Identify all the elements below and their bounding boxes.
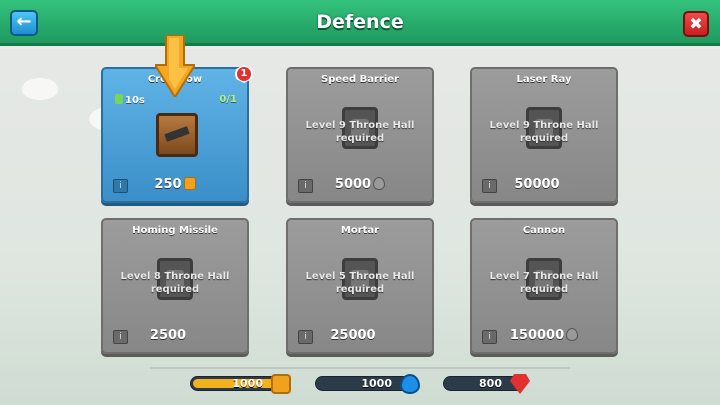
requirement-text: Level 7 Throne Hall required: [489, 271, 599, 295]
build-count: 0/1: [219, 94, 237, 105]
crossbow-icon: [156, 113, 198, 157]
oil-drop-icon: [400, 374, 420, 394]
card-name: Cannon: [522, 225, 566, 236]
requirement-text: Level 9 Throne Hall required: [489, 120, 599, 144]
build-timer: 10s: [115, 94, 145, 106]
gold-icon: [271, 374, 291, 394]
card-name: Speed Barrier: [321, 74, 399, 85]
gold-icon: [183, 177, 196, 190]
oil-resource-bar: 1000: [315, 374, 420, 394]
oil-drop-icon: [566, 328, 579, 341]
cost-label: 5000: [288, 177, 432, 192]
back-arrow-icon: ←: [16, 11, 32, 32]
card-laser-ray[interactable]: Laser Ray Level 9 Throne Hall required i…: [470, 67, 618, 203]
gem-amount: 800: [479, 377, 502, 390]
card-name: Laser Ray: [516, 74, 572, 85]
cost-label: 150000: [472, 328, 616, 343]
requirement-text: Level 9 Throne Hall required: [305, 120, 415, 144]
page-title: Defence: [316, 11, 404, 33]
close-x-icon: ✖: [689, 14, 703, 33]
requirement-text: Level 8 Throne Hall required: [120, 271, 230, 295]
card-homing-missile[interactable]: Homing Missile Level 8 Throne Hall requi…: [101, 218, 249, 354]
card-name: Mortar: [340, 225, 380, 236]
card-speed-barrier[interactable]: Speed Barrier Level 9 Throne Hall requir…: [286, 67, 434, 203]
gem-resource-bar: 800: [443, 374, 530, 394]
card-name: Homing Missile: [132, 225, 218, 236]
oil-drop-icon: [373, 177, 386, 190]
cost-label: 50000: [472, 177, 616, 192]
gem-icon: [188, 328, 201, 341]
cost-label: 2500: [103, 328, 247, 343]
close-button[interactable]: ✖: [683, 11, 709, 37]
gem-icon: [377, 328, 390, 341]
requirement-text: Level 5 Throne Hall required: [305, 271, 415, 295]
gem-icon: [561, 177, 574, 190]
gold-resource-bar: 1000: [190, 374, 291, 394]
back-button[interactable]: ←: [10, 10, 38, 36]
card-mortar[interactable]: Mortar Level 5 Throne Hall required i 25…: [286, 218, 434, 354]
tutorial-arrow-icon: [155, 35, 195, 97]
oil-amount: 1000: [361, 377, 392, 390]
gold-amount: 1000: [232, 377, 263, 390]
cost-label: 25000: [288, 328, 432, 343]
card-cannon[interactable]: Cannon Level 7 Throne Hall required i 15…: [470, 218, 618, 354]
cost-label: 250: [103, 177, 247, 192]
hourglass-icon: [115, 94, 123, 104]
divider: [150, 367, 570, 369]
